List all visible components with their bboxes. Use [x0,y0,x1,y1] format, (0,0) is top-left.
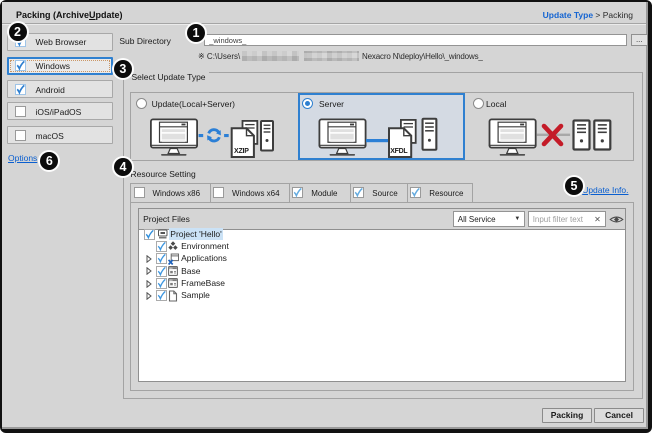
svg-text:XFDL: XFDL [390,147,408,154]
svg-text:XZIP: XZIP [234,147,249,154]
